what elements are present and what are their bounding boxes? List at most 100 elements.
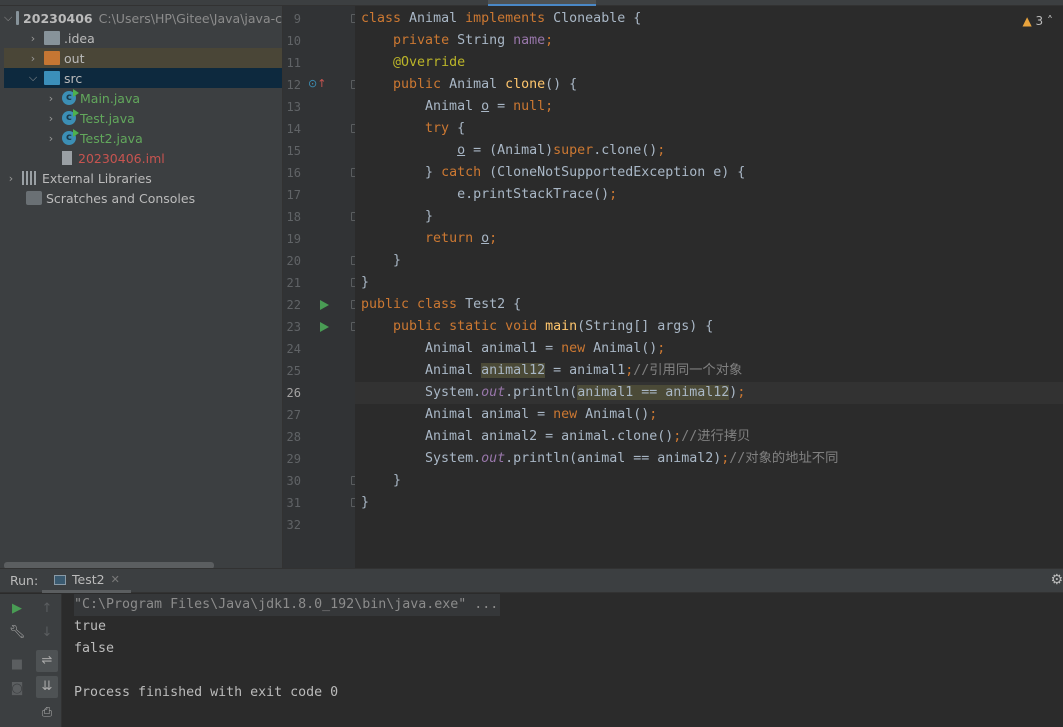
tree-item-test2-java[interactable]: › c Test2.java — [4, 128, 282, 148]
tree-item-iml[interactable]: 20230406.iml — [4, 148, 282, 168]
code-line[interactable]: private String name; — [355, 30, 1063, 52]
code-line[interactable]: Animal animal2 = animal.clone();//进行拷贝 — [355, 426, 1063, 448]
stop-icon[interactable]: ■ — [6, 654, 28, 676]
code-token: Animal — [409, 11, 466, 26]
chevron-down-icon[interactable]: ⌵ — [4, 11, 12, 25]
code-token: = animal1 — [545, 363, 626, 378]
code-token: public static void — [393, 319, 546, 334]
tree-label: .idea — [64, 30, 95, 46]
code-token: private — [393, 33, 458, 48]
arrow-down-icon[interactable]: ↓ — [36, 622, 58, 644]
code-line[interactable]: o = (Animal)super.clone(); — [355, 140, 1063, 162]
tree-item-external-libraries[interactable]: › External Libraries — [4, 168, 282, 188]
line-number: 18 — [286, 210, 301, 224]
line-number: 13 — [286, 100, 301, 114]
code-token: System. — [361, 385, 482, 400]
chevron-right-icon[interactable]: › — [44, 132, 58, 145]
line-number: 20 — [286, 254, 301, 268]
chevron-right-icon[interactable]: › — [26, 52, 40, 65]
line-number: 31 — [286, 496, 301, 510]
run-header: Run: Test2 ✕ ⚙ — [0, 569, 1063, 593]
code-line[interactable]: return o; — [355, 228, 1063, 250]
code-line[interactable] — [355, 514, 1063, 536]
code-line[interactable]: } — [355, 206, 1063, 228]
close-icon[interactable]: ✕ — [111, 573, 120, 586]
tree-root[interactable]: ⌵ 20230406 C:\Users\HP\Gitee\Java\java-c — [4, 8, 282, 28]
code-token: Animal() — [585, 407, 650, 422]
line-number: 32 — [286, 518, 301, 532]
code-line[interactable]: } — [355, 250, 1063, 272]
code-token: String — [457, 33, 514, 48]
line-number: 27 — [286, 408, 301, 422]
code-token: System. — [361, 451, 482, 466]
code-line[interactable]: System.out.println(animal1 == animal12); — [355, 382, 1063, 404]
scroll-to-end-icon[interactable]: ⇊ — [36, 676, 58, 698]
chevron-right-icon[interactable]: › — [4, 172, 18, 185]
libraries-icon — [22, 171, 38, 185]
code-line[interactable]: e.printStackTrace(); — [355, 184, 1063, 206]
run-label: Run: — [10, 573, 39, 588]
code-line[interactable]: } — [355, 492, 1063, 514]
code-line[interactable]: } — [355, 272, 1063, 294]
chevron-right-icon[interactable]: › — [44, 92, 58, 105]
code-line[interactable]: Animal animal12 = animal1;//引用同一个对象 — [355, 360, 1063, 382]
tree-item-test-java[interactable]: › c Test.java — [4, 108, 282, 128]
code-token: ; — [545, 33, 554, 48]
arrow-up-icon[interactable]: ↑ — [36, 598, 58, 620]
gear-icon[interactable]: ⚙ — [1050, 572, 1063, 588]
code-line[interactable]: @Override — [355, 52, 1063, 74]
camera-icon[interactable]: ◙ — [6, 678, 28, 700]
code-token: //引用同一个对象 — [633, 363, 743, 378]
code-token: implements — [465, 11, 554, 26]
scratches-icon — [26, 191, 42, 205]
print-icon[interactable]: ⎙ — [36, 702, 58, 724]
run-gutter-icon[interactable] — [320, 300, 329, 310]
code-line[interactable]: Animal o = null; — [355, 96, 1063, 118]
tree-item-scratches[interactable]: Scratches and Consoles — [4, 188, 282, 208]
code-line[interactable]: public Animal clone() { — [355, 74, 1063, 96]
run-gutter-icon[interactable] — [320, 322, 329, 332]
tree-label: Main.java — [80, 90, 141, 106]
code-token: .println(animal == animal2) — [505, 451, 722, 466]
rerun-icon[interactable]: ▶ — [6, 598, 28, 620]
tree-item-src[interactable]: ⌵ src — [4, 68, 282, 88]
code-token: .clone() — [593, 143, 658, 158]
line-number: 14 — [286, 122, 301, 136]
code-editor[interactable]: ▲ 3 ˄ class Animal implements Cloneable … — [355, 6, 1063, 568]
run-tab-test2[interactable]: Test2 ✕ — [42, 569, 131, 593]
code-token: Animal animal = — [361, 407, 554, 422]
code-line[interactable]: Animal animal1 = new Animal(); — [355, 338, 1063, 360]
code-token: ; — [489, 231, 498, 246]
overrides-method-icon[interactable]: ⊙↑ — [308, 77, 326, 90]
code-token: .println( — [505, 385, 578, 400]
chevron-right-icon[interactable]: › — [44, 112, 58, 125]
code-token: Cloneable { — [553, 11, 642, 26]
tree-item-idea[interactable]: › .idea — [4, 28, 282, 48]
console-exit-line: Process finished with exit code 0 — [74, 685, 339, 700]
chevron-right-icon[interactable]: › — [26, 32, 40, 45]
code-line[interactable]: } catch (CloneNotSupportedException e) { — [355, 162, 1063, 184]
code-line[interactable]: public class Test2 { — [355, 294, 1063, 316]
tree-item-out[interactable]: › out — [4, 48, 282, 68]
code-line[interactable]: Animal animal = new Animal(); — [355, 404, 1063, 426]
console-output[interactable]: "C:\Program Files\Java\jdk1.8.0_192\bin\… — [74, 594, 501, 704]
code-token: super — [553, 143, 594, 158]
code-line[interactable]: try { — [355, 118, 1063, 140]
tree-label: Test2.java — [80, 130, 143, 146]
tree-label: out — [64, 50, 85, 66]
wrench-icon[interactable]: 🔧︎ — [6, 622, 28, 644]
code-line[interactable]: public static void main(String[] args) { — [355, 316, 1063, 338]
tree-item-main-java[interactable]: › c Main.java — [4, 88, 282, 108]
code-line[interactable]: } — [355, 470, 1063, 492]
code-line[interactable]: class Animal implements Cloneable { — [355, 8, 1063, 30]
code-line[interactable]: System.out.println(animal == animal2);//… — [355, 448, 1063, 470]
code-token: } — [361, 209, 434, 224]
chevron-down-icon[interactable]: ⌵ — [26, 71, 40, 85]
code-token: } — [361, 473, 402, 488]
code-token: o — [481, 99, 490, 114]
code-token: (CloneNotSupportedException e) { — [489, 165, 746, 180]
soft-wrap-icon[interactable]: ⇌ — [36, 650, 58, 672]
code-token: public class — [361, 297, 466, 312]
